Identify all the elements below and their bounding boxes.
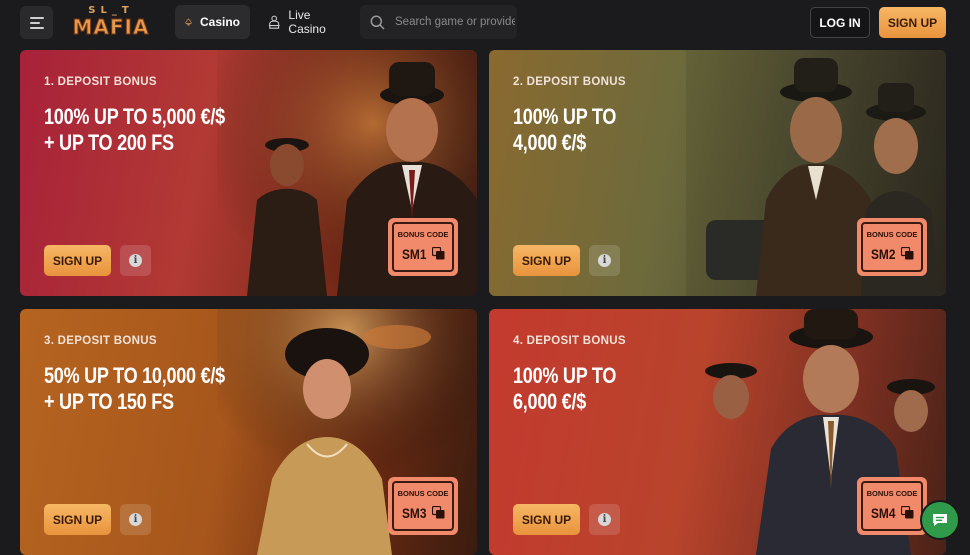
menu-icon[interactable] xyxy=(20,6,53,39)
card-1-bonus-code[interactable]: BONUS CODE SM1 xyxy=(388,218,458,276)
tab-live-label: Live Casino xyxy=(288,8,326,36)
bonus-code-frame: BONUS CODE SM2 xyxy=(861,222,923,272)
search-icon xyxy=(370,15,385,30)
info-icon: i xyxy=(129,513,142,526)
card-3-label: 3. DEPOSIT BONUS xyxy=(44,335,157,347)
card-4-title: 100% UP TO 6,000 €/$ xyxy=(513,363,710,415)
bonus-code-value: SM3 xyxy=(402,505,427,521)
card-2-bonus-code[interactable]: BONUS CODE SM2 xyxy=(857,218,927,276)
tab-live-casino[interactable]: Live Casino xyxy=(258,5,354,39)
login-button[interactable]: LOG IN xyxy=(810,7,870,38)
card-3-info-button[interactable]: i xyxy=(120,504,151,535)
card-4-title-line-2: 6,000 €/$ xyxy=(513,389,587,414)
tab-casino[interactable]: Casino xyxy=(175,5,250,39)
bonus-code-label: BONUS CODE xyxy=(866,230,918,239)
card-4-bonus-code[interactable]: BONUS CODE SM4 xyxy=(857,477,927,535)
card-3-title: 50% UP TO 10,000 €/$ + UP TO 150 FS xyxy=(44,363,241,415)
card-4-info-button[interactable]: i xyxy=(589,504,620,535)
search-input[interactable] xyxy=(393,15,517,29)
tab-casino-label: Casino xyxy=(199,15,240,29)
top-header: SL_T MAFIA Casino Live Casino LOG IN SIG… xyxy=(0,0,970,44)
card-3-title-line-2: + UP TO 150 FS xyxy=(44,389,174,414)
card-3-bonus-code[interactable]: BONUS CODE SM3 xyxy=(388,477,458,535)
deposit-bonus-card-1: 1. DEPOSIT BONUS 100% UP TO 5,000 €/$ + … xyxy=(20,50,477,296)
card-4-label: 4. DEPOSIT BONUS xyxy=(513,335,626,347)
bonus-code-frame: BONUS CODE SM1 xyxy=(392,222,454,272)
copy-icon[interactable] xyxy=(432,506,445,519)
signup-button[interactable]: SIGN UP xyxy=(879,7,946,38)
card-2-signup-button[interactable]: SIGN UP xyxy=(513,245,580,276)
card-3-title-line-1: 50% UP TO 10,000 €/$ xyxy=(44,363,225,388)
card-1-info-button[interactable]: i xyxy=(120,245,151,276)
deposit-bonus-card-3: 3. DEPOSIT BONUS 50% UP TO 10,000 €/$ + … xyxy=(20,309,477,555)
card-1-title-line-1: 100% UP TO 5,000 €/$ xyxy=(44,104,225,129)
bonus-code-value: SM2 xyxy=(871,246,896,262)
bonus-code-label: BONUS CODE xyxy=(866,489,918,498)
bonus-code-value: SM4 xyxy=(871,505,896,521)
copy-icon[interactable] xyxy=(901,247,914,260)
info-icon: i xyxy=(129,254,142,267)
bonus-code-frame: BONUS CODE SM3 xyxy=(392,481,454,531)
card-1-title-line-2: + UP TO 200 FS xyxy=(44,130,174,155)
card-2-title: 100% UP TO 4,000 €/$ xyxy=(513,104,710,156)
bonus-code-label: BONUS CODE xyxy=(397,230,449,239)
live-chat-button[interactable] xyxy=(920,500,960,540)
card-2-info-button[interactable]: i xyxy=(589,245,620,276)
site-logo[interactable]: SL_T MAFIA xyxy=(68,6,154,40)
deposit-bonus-card-4: 4. DEPOSIT BONUS 100% UP TO 6,000 €/$ SI… xyxy=(489,309,946,555)
card-4-signup-button[interactable]: SIGN UP xyxy=(513,504,580,535)
dealer-icon xyxy=(268,15,280,29)
bonus-code-value: SM1 xyxy=(402,246,427,262)
bonus-code-label: BONUS CODE xyxy=(397,489,449,498)
card-4-title-line-1: 100% UP TO xyxy=(513,363,617,388)
card-2-title-line-2: 4,000 €/$ xyxy=(513,130,587,155)
info-icon: i xyxy=(598,513,611,526)
card-1-label: 1. DEPOSIT BONUS xyxy=(44,76,157,88)
card-1-title: 100% UP TO 5,000 €/$ + UP TO 200 FS xyxy=(44,104,241,156)
copy-icon[interactable] xyxy=(432,247,445,260)
chat-icon xyxy=(933,514,947,526)
search-box[interactable] xyxy=(360,5,517,39)
spade-icon xyxy=(185,18,192,26)
deposit-bonus-card-2: 2. DEPOSIT BONUS 100% UP TO 4,000 €/$ SI… xyxy=(489,50,946,296)
bonus-code-frame: BONUS CODE SM4 xyxy=(861,481,923,531)
copy-icon[interactable] xyxy=(901,506,914,519)
card-2-title-line-1: 100% UP TO xyxy=(513,104,617,129)
logo-main-text: MAFIA xyxy=(72,15,150,39)
card-3-signup-button[interactable]: SIGN UP xyxy=(44,504,111,535)
info-icon: i xyxy=(598,254,611,267)
card-2-label: 2. DEPOSIT BONUS xyxy=(513,76,626,88)
card-1-signup-button[interactable]: SIGN UP xyxy=(44,245,111,276)
